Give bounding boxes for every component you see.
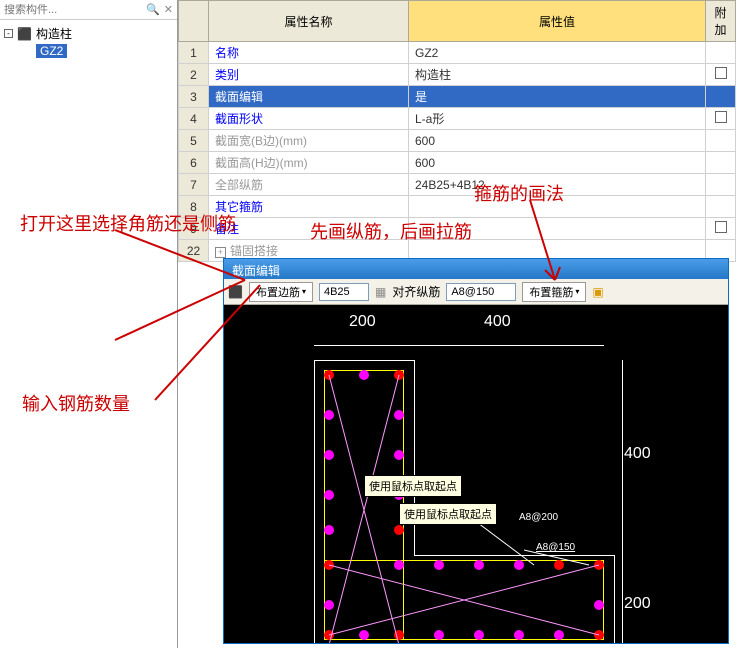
btn3-label: 布置箍筋 [529,284,573,300]
table-row[interactable]: 1名称GZ2 [179,42,736,64]
property-value[interactable]: L-a形 [409,108,706,130]
section-title: 截面编辑 [224,259,728,279]
stirrup-label-1: A8@200 [519,512,558,523]
row-number: 4 [179,108,209,130]
align-rebar-label[interactable]: 对齐纵筋 [392,283,440,300]
header-blank [179,1,209,42]
dropdown-icon: ▾ [302,287,306,296]
row-number: 2 [179,64,209,86]
row-number: 6 [179,152,209,174]
search-bar: 🔍 ✕ [0,0,177,20]
property-value[interactable]: 600 [409,152,706,174]
stirrup-label-2: A8@150 [536,542,575,553]
header-value: 属性值 [409,1,706,42]
dropdown-icon: ▾ [575,287,579,296]
property-name: 类别 [209,64,409,86]
table-header-row: 属性名称 属性值 附加 [179,1,736,42]
table-row[interactable]: 4截面形状L-a形 [179,108,736,130]
extra-cell [706,130,736,152]
row-number: 7 [179,174,209,196]
tree-panel: 🔍 ✕ - ⬛ 构造柱 GZ2 [0,0,178,648]
property-value[interactable]: 600 [409,130,706,152]
table-row[interactable]: 8其它箍筋 [179,196,736,218]
tooltip-2: 使用鼠标点取起点 [399,503,497,525]
column-icon: ⬛ [17,27,32,41]
checkbox[interactable] [715,67,727,79]
checkbox[interactable] [715,111,727,123]
property-name: 截面形状 [209,108,409,130]
table-row[interactable]: 6截面高(H边)(mm)600 [179,152,736,174]
extra-cell [706,86,736,108]
table-row[interactable]: 2类别构造柱 [179,64,736,86]
property-table: 属性名称 属性值 附加 1名称GZ22类别构造柱3截面编辑是4截面形状L-a形5… [178,0,736,262]
row-number: 5 [179,130,209,152]
stirrup-spec-input[interactable] [446,283,516,301]
extra-cell [706,108,736,130]
extra-cell [706,174,736,196]
property-value[interactable]: 24B25+4B12 [409,174,706,196]
property-value[interactable]: GZ2 [409,42,706,64]
property-value[interactable]: 是 [409,86,706,108]
section-toolbar: ⬛ 布置边筋 ▾ ▦ 对齐纵筋 布置箍筋 ▾ ▣ [224,279,728,305]
tree-node-root[interactable]: - ⬛ 构造柱 [4,24,173,43]
layout-rebar-button[interactable]: 布置边筋 ▾ [249,282,313,302]
property-value[interactable]: 构造柱 [409,64,706,86]
header-extra: 附加 [706,1,736,42]
toolbar-icon3[interactable]: ▣ [592,285,603,299]
checkbox[interactable] [715,221,727,233]
table-row[interactable]: 5截面宽(B边)(mm)600 [179,130,736,152]
rebar-count-input[interactable] [319,283,369,301]
tooltip-1: 使用鼠标点取起点 [364,475,462,497]
row-number: 9 [179,218,209,240]
row-number: 22 [179,240,209,262]
property-name: 截面编辑 [209,86,409,108]
tree-label: 构造柱 [36,25,72,42]
table-row[interactable]: 7全部纵筋24B25+4B12 [179,174,736,196]
extra-cell [706,152,736,174]
search-input[interactable] [4,4,104,16]
header-name: 属性名称 [209,1,409,42]
property-name: 全部纵筋 [209,174,409,196]
extra-cell [706,196,736,218]
toolbar-icon1[interactable]: ⬛ [228,285,243,299]
tree-node-child[interactable]: GZ2 [4,43,173,59]
property-value[interactable] [409,196,706,218]
property-value[interactable] [409,218,706,240]
row-number: 8 [179,196,209,218]
layout-stirrup-button[interactable]: 布置箍筋 ▾ [522,282,586,302]
search-icon[interactable]: 🔍 [146,3,160,16]
property-name: 备注 [209,218,409,240]
section-canvas[interactable]: 200 400 400 200 [224,305,728,643]
property-name: 名称 [209,42,409,64]
property-name: 截面高(H边)(mm) [209,152,409,174]
property-name: 截面宽(B边)(mm) [209,130,409,152]
tree-label-selected: GZ2 [36,44,67,58]
row-number: 1 [179,42,209,64]
extra-cell [706,42,736,64]
construction-lines [224,305,728,643]
clear-icon[interactable]: ✕ [164,3,173,16]
property-name: 其它箍筋 [209,196,409,218]
toolbar-icon2[interactable]: ▦ [375,285,386,299]
section-editor-window: 截面编辑 ⬛ 布置边筋 ▾ ▦ 对齐纵筋 布置箍筋 ▾ ▣ 200 400 40… [223,258,729,644]
collapse-icon[interactable]: - [4,29,13,38]
expand-icon[interactable]: + [215,247,226,258]
tree-view: - ⬛ 构造柱 GZ2 [0,20,177,63]
table-row[interactable]: 9备注 [179,218,736,240]
table-row[interactable]: 3截面编辑是 [179,86,736,108]
btn1-label: 布置边筋 [256,284,300,300]
extra-cell [706,64,736,86]
extra-cell [706,218,736,240]
row-number: 3 [179,86,209,108]
